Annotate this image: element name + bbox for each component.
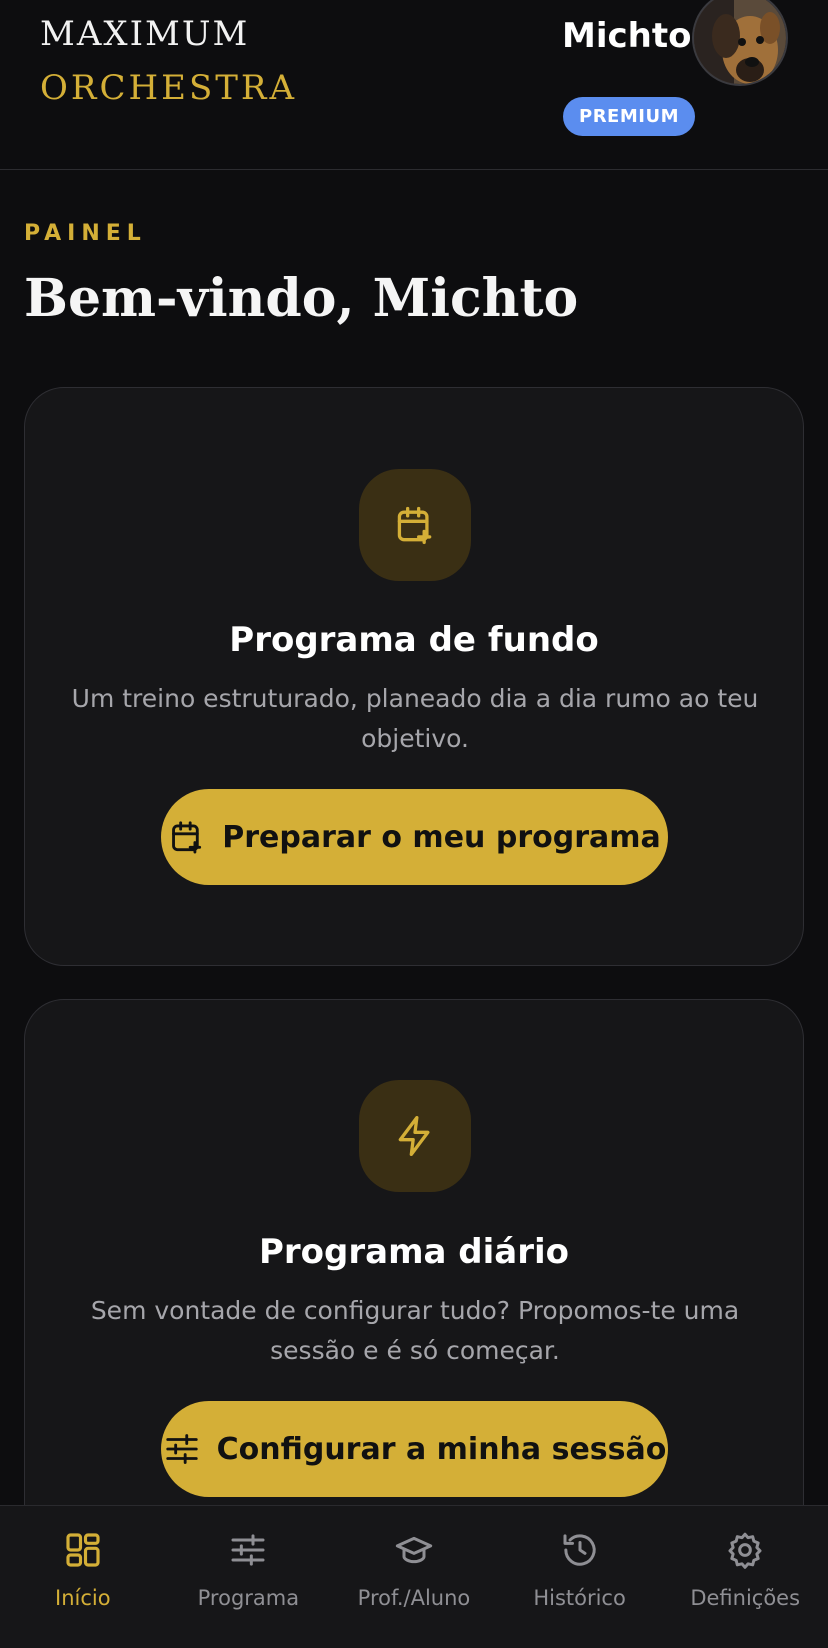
card-long-program: Programa de fundo Um treino estruturado,… [24,387,804,966]
calendar-plus-icon [359,469,471,581]
avatar[interactable] [692,0,788,86]
app-header: MAXIMUM ORCHESTRA Michto PREMIUM [0,0,828,170]
brand-logo[interactable]: MAXIMUM ORCHESTRA [40,14,297,108]
page-title: Bem-vindo, Michto [24,268,579,329]
history-icon [558,1528,602,1572]
configure-session-button[interactable]: Configurar a minha sessão [161,1401,668,1497]
lightning-icon [359,1080,471,1192]
premium-badge: PREMIUM [563,97,695,136]
grid-icon [61,1528,105,1572]
card-title: Programa de fundo [229,620,599,660]
nav-label: Histórico [533,1586,626,1610]
gear-icon [723,1528,767,1572]
nav-item-programa[interactable]: Programa [166,1506,332,1648]
card-description: Sem vontade de configurar tudo? Propomos… [90,1296,740,1365]
card-title: Programa diário [258,1232,570,1272]
logo-line-1: MAXIMUM [40,14,250,54]
calendar-plus-icon [168,818,206,856]
card-description: Um treino estruturado, planeado dia a di… [71,684,759,753]
bottom-nav: Início Programa Prof./Aluno Histórico De… [0,1505,828,1648]
button-label: Configurar a minha sessão [216,1431,667,1467]
nav-label: Início [55,1586,111,1610]
graduation-cap-icon [392,1528,436,1572]
nav-item-prof-aluno[interactable]: Prof./Aluno [331,1506,497,1648]
button-label: Preparar o meu programa [222,819,661,855]
nav-item-historico[interactable]: Histórico [497,1506,663,1648]
dog-avatar-image [694,0,786,84]
user-name: Michto [562,16,692,56]
nav-item-definicoes[interactable]: Definições [662,1506,828,1648]
nav-label: Prof./Aluno [357,1586,471,1610]
prepare-program-button[interactable]: Preparar o meu programa [161,789,668,885]
sliders-icon [226,1528,270,1572]
nav-label: Programa [197,1586,300,1610]
logo-line-2: ORCHESTRA [40,68,298,108]
nav-item-inicio[interactable]: Início [0,1506,166,1648]
sliders-icon [163,1430,201,1468]
nav-label: Definições [690,1586,801,1610]
section-eyebrow: PAINEL [24,221,147,246]
